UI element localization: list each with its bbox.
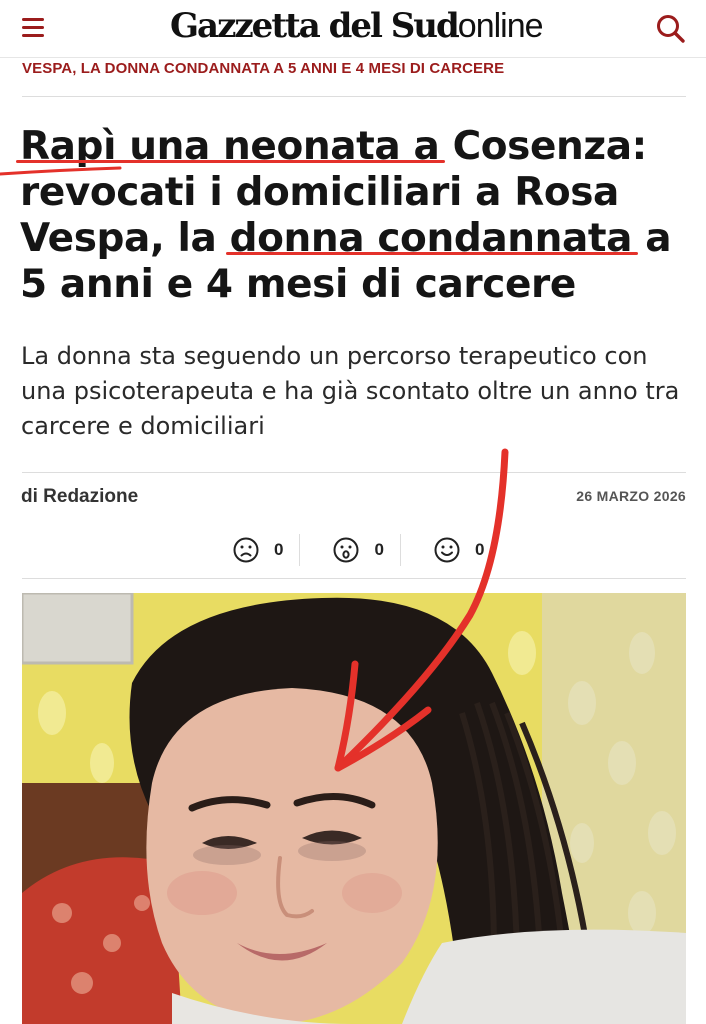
reaction-sad-button[interactable]: 0 <box>228 534 301 566</box>
divider <box>22 472 686 473</box>
divider <box>22 578 686 579</box>
site-header: Gazzetta del Sud online <box>0 0 706 58</box>
happy-face-icon <box>434 537 460 563</box>
reaction-surprised-button[interactable]: 0 <box>328 534 401 566</box>
reaction-count: 0 <box>274 540 284 559</box>
article-headline: Rapì una neonata a Cosenza: revocati i d… <box>20 124 692 308</box>
divider <box>22 96 686 97</box>
logo-sub-text: online <box>457 7 544 45</box>
reaction-count: 0 <box>474 540 485 559</box>
article-date: 26 MARZO 2026 <box>576 488 686 504</box>
reaction-happy-button[interactable]: 0 <box>429 534 500 566</box>
woman-portrait-image <box>22 593 686 1024</box>
reaction-bar: 0 0 0 <box>228 532 500 568</box>
surprised-face-icon <box>333 537 359 563</box>
site-logo[interactable]: Gazzetta del Sud online <box>170 6 544 50</box>
article-kicker[interactable]: VESPA, LA DONNA CONDANNATA A 5 ANNI E 4 … <box>22 60 504 77</box>
hamburger-menu-icon[interactable] <box>22 14 48 40</box>
article-subtitle: La donna sta seguendo un percorso terape… <box>21 342 680 440</box>
reaction-count: 0 <box>374 540 384 559</box>
article-photo[interactable] <box>22 593 686 1024</box>
sad-face-icon <box>233 537 259 563</box>
search-icon[interactable] <box>654 12 688 46</box>
highlighted-headline-part-3: donna condannata <box>229 216 633 261</box>
logo-main-text: Gazzetta del Sud <box>170 6 460 46</box>
article-author[interactable]: di Redazione <box>21 486 138 508</box>
highlighted-headline-part-1: Rapì una neonata a <box>20 124 440 169</box>
